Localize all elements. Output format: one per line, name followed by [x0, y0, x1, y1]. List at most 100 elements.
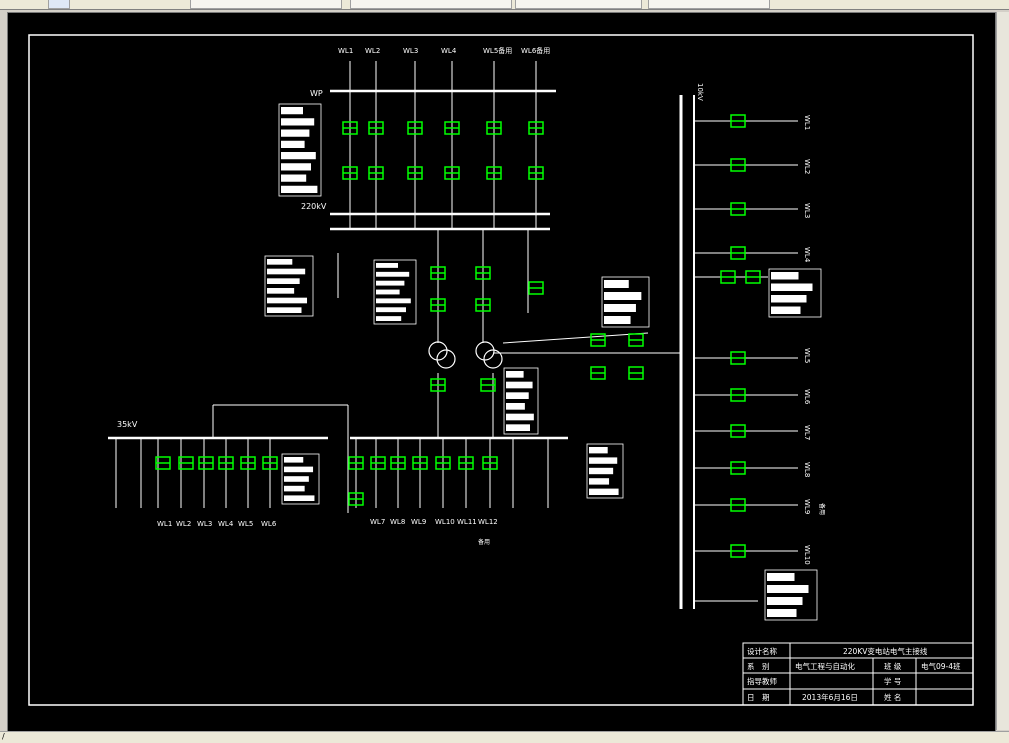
feeder-label-35kv: WL12: [478, 518, 498, 526]
bus-35kv-label: 35kV: [117, 420, 138, 429]
legend-bar: [604, 316, 631, 324]
legend-frame: [264, 255, 314, 317]
title-value-class: 电气09-4班: [921, 661, 961, 671]
feeder-label-35kv: WL2: [176, 520, 191, 528]
feeder-label-top: WL6备用: [521, 46, 550, 55]
feeders-35kv-right: [355, 438, 549, 508]
feeder-label-35kv: WL1: [157, 520, 172, 528]
legend-bar: [604, 304, 636, 312]
legend-bar: [284, 485, 305, 492]
status-bar: /: [0, 731, 1009, 743]
feeder-label-10kv: WL1: [803, 115, 811, 130]
legend-bar: [771, 283, 813, 291]
legend-bar: [604, 280, 629, 288]
equipment-legends: [264, 103, 822, 621]
legend-bar: [589, 478, 610, 485]
legend-bar: [281, 185, 318, 193]
legend-bar: [281, 129, 310, 137]
legend-bar: [281, 140, 305, 148]
legend-bar: [281, 118, 315, 126]
toolbar-dropdown[interactable]: [190, 0, 342, 9]
feeder-label-35kv: WL8: [390, 518, 405, 526]
feeder-label-10kv: WL7: [803, 425, 811, 440]
feeders-35kv-left: [115, 438, 271, 508]
drawing-canvas[interactable]: WP 220kV 35kV 10kV 备用 备用 WL1 WL2 WL3 WL4 WL5…: [7, 12, 996, 732]
toolbar-icon[interactable]: [48, 0, 70, 9]
title-label-advisor: 指导教师: [747, 676, 777, 686]
toolbar-dropdown[interactable]: [648, 0, 770, 9]
spare-note: 备用: [478, 538, 490, 546]
legend-bar: [376, 307, 406, 313]
main-transformers: [428, 341, 503, 369]
feeder-label-10kv: WL9: [803, 499, 811, 514]
feeder-label-10kv: WL3: [803, 203, 811, 218]
legend-bar: [589, 488, 619, 495]
title-label-design: 设计名称: [747, 646, 777, 656]
legend-bar: [376, 298, 411, 304]
feeder-label-10kv: WL8: [803, 462, 811, 477]
legend-bar: [281, 174, 307, 182]
feeder-label-35kv: WL7: [370, 518, 385, 526]
status-text: /: [2, 732, 5, 741]
legend-bar: [506, 413, 534, 421]
legend-bar: [284, 466, 314, 473]
toolbar-dropdown[interactable]: [515, 0, 642, 9]
transformer-1-winding: [428, 341, 448, 361]
spare-note-right: 备用: [818, 503, 826, 515]
drawing-frame: [28, 34, 974, 706]
legend-bar: [267, 288, 295, 294]
legend-bar: [771, 295, 807, 303]
legend-bar: [376, 263, 398, 268]
feeder-label-top: WL1: [338, 47, 353, 55]
legend-bar: [376, 280, 405, 286]
toolbar: [0, 0, 1009, 10]
feeder-label-35kv: WL11: [457, 518, 477, 526]
legend-frame: [278, 103, 322, 197]
toolbar-dropdown[interactable]: [350, 0, 512, 9]
single-line-diagram: WP 220kV 35kV 10kV 备用 备用 WL1 WL2 WL3 WL4 WL5…: [28, 34, 974, 706]
title-label-date: 日 期: [747, 693, 770, 702]
legend-bar: [267, 268, 306, 275]
legend-bar: [771, 272, 799, 280]
legend-bar: [506, 424, 530, 431]
feeder-label-10kv: WL4: [803, 247, 811, 263]
wp-bus-label: WP: [310, 89, 323, 98]
legend-bar: [771, 306, 801, 314]
vertical-scrollbar[interactable]: [996, 12, 1009, 730]
legend-bar: [267, 278, 300, 284]
feeders-10kv: [694, 120, 798, 602]
title-value-dept: 电气工程与自动化: [795, 661, 855, 671]
legend-bar: [767, 573, 795, 581]
feeder-label-top: WL4: [441, 47, 457, 55]
feeder-label-35kv: WL5: [238, 520, 253, 528]
legend-bar: [506, 381, 533, 389]
title-label-name: 姓 名: [884, 692, 901, 702]
feeder-label-35kv: WL4: [218, 520, 234, 528]
feeder-label-top: WL5备用: [483, 46, 512, 55]
legend-bar: [281, 163, 311, 171]
legend-bar: [506, 371, 524, 378]
legend-bar: [267, 259, 293, 265]
legend-bar: [506, 392, 529, 399]
legend-bar: [284, 476, 309, 482]
bus-10kv-label: 10kV: [696, 83, 704, 101]
top-feeder-lines: [349, 61, 537, 229]
legend-frame: [503, 367, 539, 435]
legend-bar: [376, 271, 410, 277]
legend-bar: [267, 307, 302, 313]
legend-bar: [589, 447, 608, 454]
feeder-label-10kv: WL10: [803, 545, 811, 565]
feeder-label-35kv: WL3: [197, 520, 212, 528]
feeder-label-top: WL2: [365, 47, 380, 55]
feeder-label-top: WL3: [403, 47, 418, 55]
switchgear-symbols: [155, 114, 761, 558]
title-label-id: 学 号: [884, 676, 901, 686]
legend-bar: [267, 297, 308, 304]
feeder-label-10kv: WL6: [803, 389, 811, 405]
title-value-design: 220KV变电站电气主接线: [843, 646, 928, 656]
legend-bar: [376, 316, 402, 321]
bus-220kv-label: 220kV: [301, 202, 327, 211]
legend-bar: [767, 585, 809, 593]
title-label-dept: 系 别: [747, 661, 770, 671]
legend-bar: [506, 403, 525, 410]
